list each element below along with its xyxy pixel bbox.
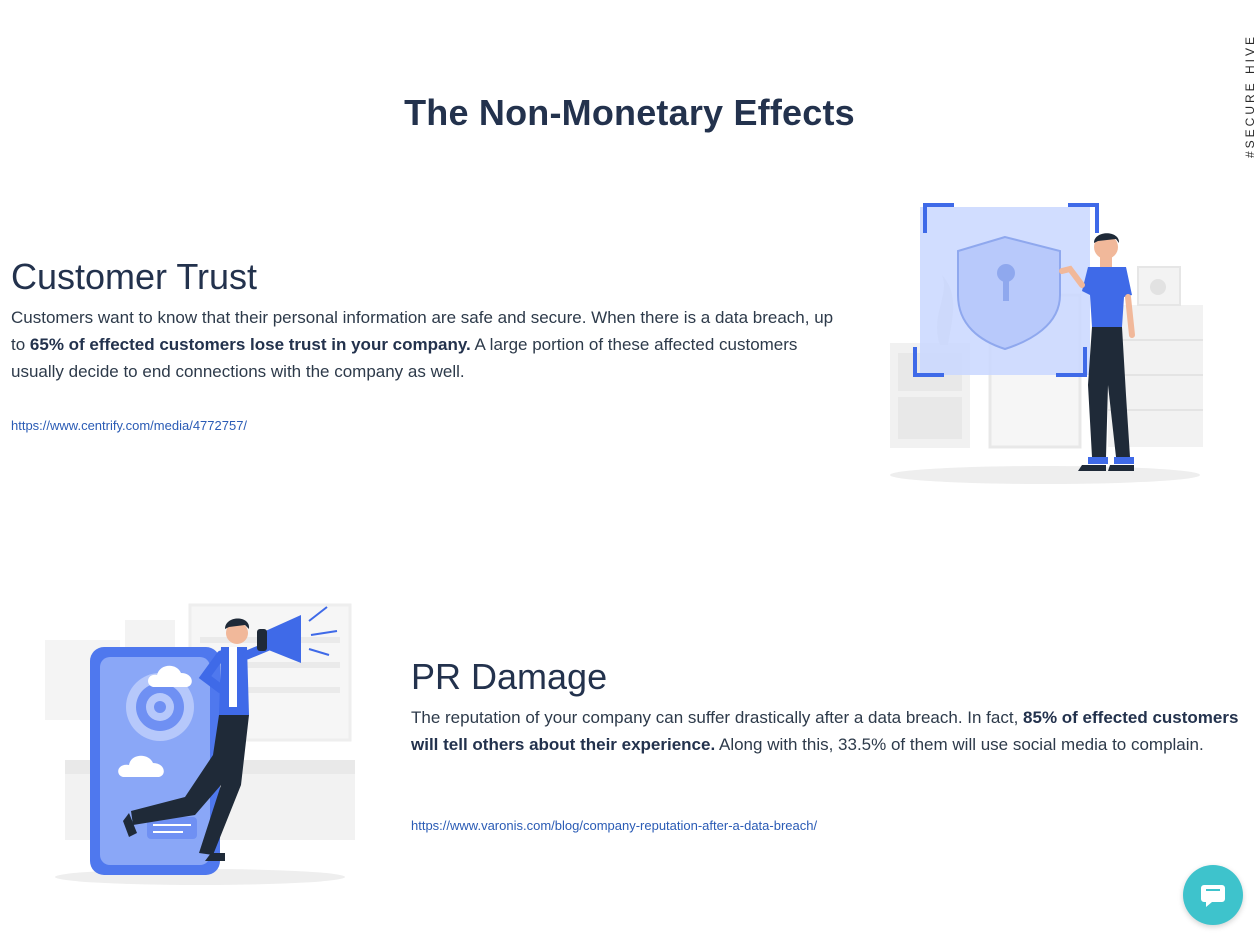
customer-trust-source-link[interactable]: https://www.centrify.com/media/4772757/ bbox=[11, 418, 247, 433]
page-title: The Non-Monetary Effects bbox=[404, 92, 855, 133]
security-shield-person-illustration bbox=[890, 203, 1203, 484]
pr-damage-text-before: The reputation of your company can suffe… bbox=[411, 708, 1024, 727]
chat-bubble-icon bbox=[1201, 885, 1225, 907]
customer-trust-text-bold: 65% of effected customers lose trust in … bbox=[29, 335, 471, 354]
customer-trust-paragraph: Customers want to know that their person… bbox=[11, 304, 851, 385]
customer-trust-heading: Customer Trust bbox=[11, 256, 258, 297]
pr-damage-heading: PR Damage bbox=[411, 656, 608, 697]
pr-damage-text-after: Along with this, 33.5% of them will use … bbox=[715, 735, 1204, 754]
pr-damage-paragraph: The reputation of your company can suffe… bbox=[411, 704, 1241, 758]
chat-button[interactable] bbox=[1183, 865, 1243, 925]
megaphone-person-illustration bbox=[45, 603, 355, 885]
pr-damage-source-link[interactable]: https://www.varonis.com/blog/company-rep… bbox=[411, 818, 817, 833]
side-tag: #SECURE HIVE bbox=[1243, 34, 1257, 159]
